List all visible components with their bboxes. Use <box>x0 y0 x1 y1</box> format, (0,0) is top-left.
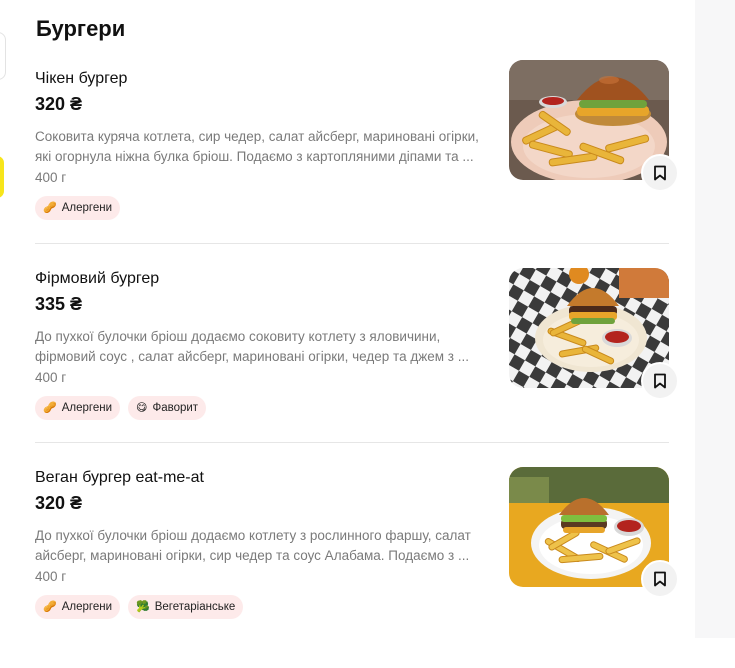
tag-vegetarian[interactable]: 🥦 Вегетаріанське <box>128 595 244 619</box>
tag-allergens[interactable]: 🥜 Алергени <box>35 196 120 220</box>
item-tags: 🥜 Алергени 🥦 Вегетаріанське <box>35 595 244 619</box>
item-price: 320 ₴ <box>35 94 83 114</box>
menu-item[interactable]: Веган бургер eat-me-at 320 ₴ До пухкої б… <box>35 467 679 668</box>
item-tags: 🥜 Алергени <box>35 196 120 220</box>
divider <box>35 243 669 244</box>
item-weight: 400 г <box>35 170 67 185</box>
allergen-icon: 🥜 <box>43 401 57 414</box>
item-weight: 400 г <box>35 370 67 385</box>
item-name: Фірмовий бургер <box>35 270 160 287</box>
bookmark-icon <box>654 165 666 181</box>
menu-item[interactable]: Фірмовий бургер 335 ₴ До пухкої булочки … <box>35 268 679 469</box>
left-accent-edge[interactable] <box>0 156 4 198</box>
bookmark-icon <box>654 373 666 389</box>
divider <box>35 442 669 443</box>
item-description: Соковита куряча котлета, сир чедер, сала… <box>35 129 479 164</box>
save-button[interactable] <box>641 154 679 192</box>
tag-allergens[interactable]: 🥜 Алергени <box>35 396 120 420</box>
save-button[interactable] <box>641 560 679 598</box>
item-price: 335 ₴ <box>35 294 83 314</box>
left-card-edge[interactable] <box>0 32 6 80</box>
bookmark-icon <box>654 571 666 587</box>
allergen-icon: 🥜 <box>43 600 57 613</box>
item-weight: 400 г <box>35 569 67 584</box>
tag-label: Вегетаріанське <box>154 601 236 613</box>
item-description: До пухкої булочки бріош додаємо котлету … <box>35 528 471 563</box>
item-tags: 🥜 Алергени 😋 Фаворит <box>35 396 207 420</box>
tag-label: Алергени <box>61 601 112 613</box>
allergen-icon: 🥜 <box>43 201 57 214</box>
tag-label: Фаворит <box>152 402 199 414</box>
item-price: 320 ₴ <box>35 493 83 513</box>
menu-item[interactable]: Чікен бургер 320 ₴ Соковита куряча котле… <box>35 60 679 269</box>
item-name: Чікен бургер <box>35 70 128 87</box>
section-title: Бургери <box>36 16 126 41</box>
tag-label: Алергени <box>61 202 112 214</box>
tag-allergens[interactable]: 🥜 Алергени <box>35 595 120 619</box>
tag-favorite[interactable]: 😋 Фаворит <box>128 396 207 420</box>
tag-label: Алергени <box>61 402 112 414</box>
save-button[interactable] <box>641 362 679 400</box>
item-description: До пухкої булочки бріош додаємо соковиту… <box>35 329 469 364</box>
favorite-icon: 😋 <box>136 401 148 414</box>
item-name: Веган бургер eat-me-at <box>35 469 204 486</box>
broccoli-icon: 🥦 <box>136 600 150 613</box>
right-panel-edge <box>695 0 735 638</box>
